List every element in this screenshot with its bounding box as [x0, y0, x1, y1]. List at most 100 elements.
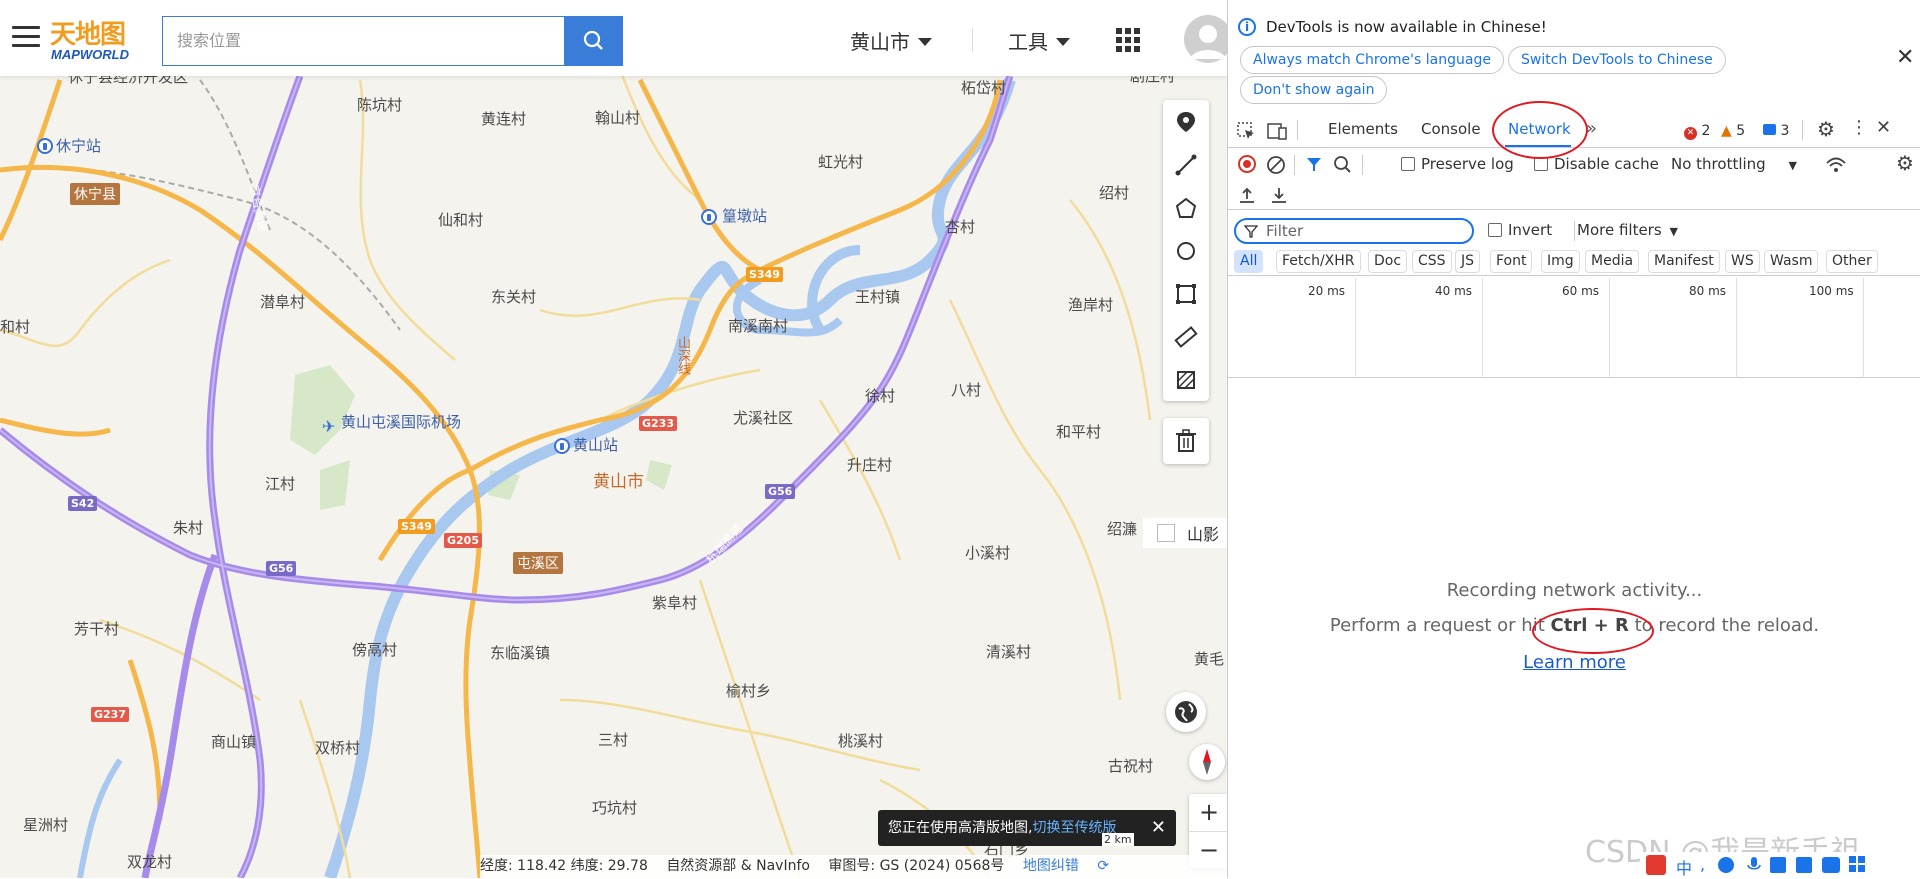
tick-label: 80 ms [1689, 284, 1727, 298]
hillshade-toggle[interactable]: 山影 [1143, 518, 1227, 548]
map-label-donglinxi: 东临溪镇 [490, 644, 551, 662]
sogou-ime-icon[interactable] [1646, 855, 1666, 875]
apps-grid-icon[interactable] [1848, 855, 1868, 875]
import-har-icon[interactable] [1238, 186, 1256, 204]
ime-mode-icon[interactable]: 中 [1676, 855, 1696, 878]
globe-button[interactable] [1166, 692, 1206, 732]
inspect-element-icon[interactable] [1236, 121, 1256, 141]
tab-elements[interactable]: Elements [1328, 120, 1398, 138]
close-devtools-icon[interactable]: ✕ [1876, 117, 1891, 138]
rectangle-tool[interactable] [1163, 272, 1209, 315]
compass-button[interactable] [1189, 744, 1225, 780]
checkbox[interactable] [1534, 157, 1548, 171]
dont-show-again-button[interactable]: Don't show again [1240, 76, 1388, 104]
map-label-tunxi: 屯溪区 [513, 552, 563, 574]
preserve-log-label: Preserve log [1421, 155, 1514, 173]
ruler-icon [1174, 325, 1198, 348]
type-font[interactable]: Font [1490, 250, 1533, 273]
filter-input[interactable]: Filter [1234, 218, 1474, 244]
network-toolbar: Preserve log Disable cache No throttling… [1228, 150, 1920, 180]
road-shield: G205 [444, 533, 482, 548]
type-fetch-xhr[interactable]: Fetch/XHR [1276, 250, 1361, 273]
checkbox[interactable] [1488, 223, 1502, 237]
type-manifest[interactable]: Manifest [1648, 250, 1720, 273]
close-icon[interactable]: ✕ [1151, 810, 1166, 846]
match-language-button[interactable]: Always match Chrome's language [1240, 46, 1504, 74]
emoji-icon[interactable] [1718, 857, 1734, 873]
keyboard-icon[interactable] [1770, 857, 1786, 873]
invert-label: Invert [1508, 221, 1553, 239]
network-conditions-icon[interactable] [1825, 155, 1847, 175]
divider [1362, 155, 1363, 175]
gridline [1863, 278, 1864, 378]
type-doc[interactable]: Doc [1368, 250, 1408, 273]
switch-chinese-button[interactable]: Switch DevTools to Chinese [1508, 46, 1726, 74]
marker-tool[interactable] [1163, 100, 1209, 143]
tab-console[interactable]: Console [1421, 120, 1481, 138]
shirt-icon[interactable] [1822, 857, 1840, 873]
zoom-in-button[interactable]: + [1189, 794, 1227, 831]
gridline [1736, 278, 1737, 378]
microphone-icon[interactable] [1744, 855, 1764, 875]
type-css[interactable]: CSS [1412, 250, 1452, 273]
measure-tool[interactable] [1163, 315, 1209, 358]
preserve-log-checkbox[interactable]: Preserve log [1401, 155, 1514, 173]
avatar[interactable] [1184, 15, 1227, 63]
type-all[interactable]: All [1234, 250, 1264, 273]
map-label-xingcun: 杏村 [945, 218, 976, 236]
throttling-select[interactable]: No throttling ▼ [1671, 155, 1797, 173]
report-error-link[interactable]: 地图纠错 [1023, 858, 1079, 874]
type-other[interactable]: Other [1826, 250, 1878, 273]
export-har-icon[interactable] [1270, 186, 1288, 204]
type-img[interactable]: Img [1541, 250, 1580, 273]
annotation-oval-network-tab [1492, 101, 1588, 159]
map-label-shengzhuang: 升庄村 [847, 456, 893, 474]
error-counter[interactable]: ✕ 2 [1684, 123, 1710, 140]
warning-counter[interactable]: ▲ 5 [1721, 123, 1745, 139]
user-icon[interactable] [1796, 857, 1812, 873]
filter-funnel-icon[interactable] [1305, 155, 1323, 173]
tools-dropdown[interactable]: 工具 [1008, 26, 1070, 55]
network-overview-timeline[interactable]: 20 ms 40 ms 60 ms 80 ms 100 ms [1228, 278, 1920, 378]
chevron-down-icon: ▼ [1669, 225, 1678, 238]
hamburger-menu-icon[interactable] [12, 26, 40, 50]
polyline-icon [1175, 154, 1197, 175]
search-icon[interactable] [1333, 155, 1353, 175]
settings-gear-icon[interactable]: ⚙ [1817, 117, 1835, 141]
type-ws[interactable]: WS [1725, 250, 1760, 273]
compass-icon [1203, 749, 1211, 775]
kebab-menu-icon[interactable]: ⋮ [1850, 117, 1868, 138]
circle-tool[interactable] [1163, 229, 1209, 272]
invert-checkbox[interactable]: Invert [1488, 221, 1552, 239]
map-label-dongguan: 东关村 [491, 288, 537, 306]
type-wasm[interactable]: Wasm [1764, 250, 1819, 273]
search-input[interactable]: 搜索位置 [162, 16, 564, 66]
map-canvas[interactable]: ✈ 休宁县经济开发区 休宁站 休宁县 陈坑村 黄连村 翰山村 柘岱村 剧庄村 虹… [0, 0, 1227, 878]
search-button[interactable] [564, 16, 623, 66]
refresh-icon[interactable]: ⟳ [1097, 858, 1109, 874]
polygon-tool[interactable] [1163, 186, 1209, 229]
checkbox[interactable] [1401, 157, 1415, 171]
punctuation-icon[interactable]: , [1700, 855, 1720, 875]
area-measure-tool[interactable] [1163, 358, 1209, 401]
close-icon[interactable]: ✕ [1896, 45, 1914, 70]
type-js[interactable]: JS [1455, 250, 1481, 273]
map-pin-icon [1177, 111, 1195, 132]
clear-button[interactable] [1163, 418, 1209, 464]
city-dropdown[interactable]: 黄山市 [850, 26, 932, 55]
more-filters-dropdown[interactable]: More filters ▼ [1577, 221, 1678, 239]
road-shield: G56 [765, 484, 796, 499]
apps-grid-icon[interactable] [1116, 28, 1140, 52]
logo[interactable]: 天地图 MAPWORLD [50, 14, 146, 64]
device-toolbar-icon[interactable] [1266, 121, 1288, 141]
line-tool[interactable] [1163, 143, 1209, 186]
learn-more-link[interactable]: Learn more [1228, 652, 1920, 673]
info-counter[interactable]: 3 [1763, 123, 1789, 139]
info-count: 3 [1780, 123, 1790, 139]
record-button[interactable] [1238, 155, 1256, 173]
hillshade-checkbox[interactable] [1157, 524, 1175, 542]
network-settings-icon[interactable]: ⚙ [1896, 151, 1914, 175]
clear-log-icon[interactable] [1266, 155, 1286, 175]
infobar-message: DevTools is now available in Chinese! [1266, 18, 1547, 36]
type-media[interactable]: Media [1585, 250, 1640, 273]
